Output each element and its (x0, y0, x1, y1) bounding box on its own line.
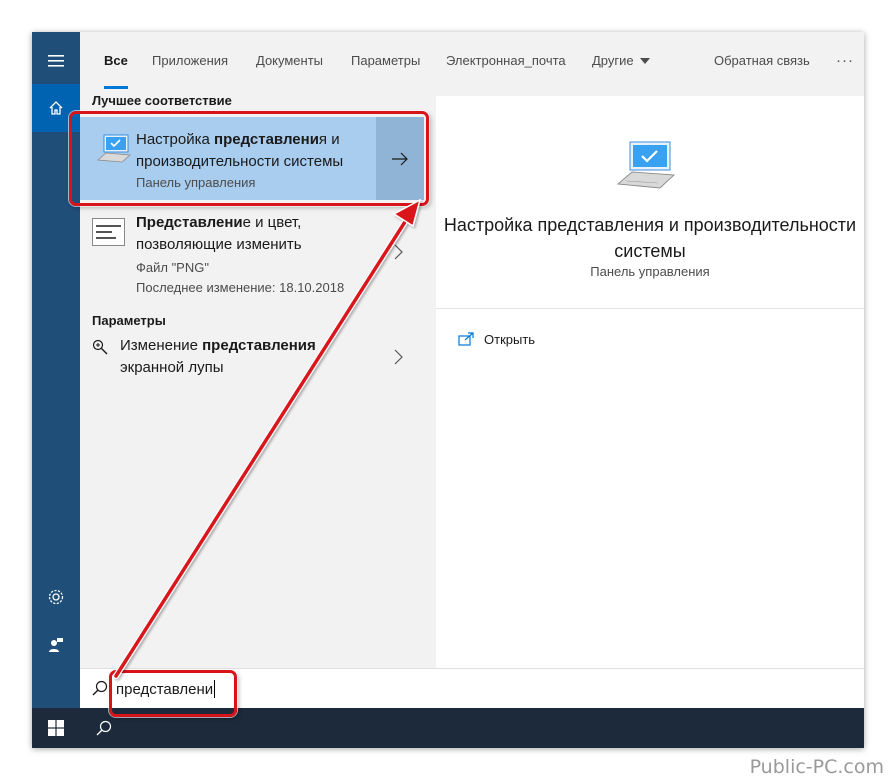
more-options-button[interactable]: ··· (836, 32, 854, 89)
open-action-label: Открыть (484, 331, 536, 347)
magnifier-icon (92, 339, 108, 355)
gear-icon (48, 589, 64, 605)
highlight-search-input (109, 670, 237, 717)
open-action[interactable]: Открыть (458, 328, 535, 350)
tab-all[interactable]: Все (104, 32, 128, 89)
search-icon (96, 720, 112, 736)
chevron-right-icon[interactable] (394, 244, 403, 260)
magnifier-result-title: Изменение представления экранной лупы (120, 337, 316, 376)
settings-header: Параметры (92, 313, 166, 328)
png-file-result[interactable]: Представление и цвет, позволяющие измени… (80, 208, 424, 298)
highlight-best-match (69, 111, 429, 206)
magnifier-settings-result[interactable]: Изменение представления экранной лупы (80, 335, 424, 389)
watermark: Public-PC.com (749, 756, 884, 778)
tab-settings[interactable]: Параметры (351, 32, 420, 89)
feedback-link[interactable]: Обратная связь (714, 32, 810, 89)
png-result-type: Файл "PNG" (136, 260, 209, 275)
png-result-title: Представление и цвет, позволяющие измени… (136, 214, 302, 253)
preview-subtitle: Панель управления (590, 264, 710, 279)
settings-button[interactable] (32, 573, 80, 621)
start-button[interactable] (32, 708, 80, 748)
png-result-modified: Последнее изменение: 18.10.2018 (136, 280, 345, 295)
hamburger-menu-button[interactable] (32, 37, 80, 85)
hamburger-icon (48, 55, 64, 67)
preview-title: Настройка представления и производительн… (443, 215, 857, 261)
preview-pane: Настройка представления и производительн… (436, 96, 864, 668)
chevron-right-icon[interactable] (394, 349, 403, 365)
home-icon (49, 101, 63, 115)
open-external-icon (458, 332, 474, 346)
feedback-button[interactable] (32, 621, 80, 669)
tab-other[interactable]: Другие (592, 32, 650, 89)
filter-tabs: Все Приложения Документы Параметры Элект… (80, 32, 864, 89)
best-match-header: Лучшее соответствие (92, 93, 232, 108)
tab-other-label: Другие (592, 53, 634, 68)
windows-logo-icon (48, 720, 64, 736)
feedback-person-icon (49, 638, 63, 652)
search-icon (92, 680, 108, 696)
computer-monitor-icon (616, 141, 676, 189)
preview-divider (436, 308, 864, 309)
tab-documents[interactable]: Документы (256, 32, 323, 89)
caret-down-icon (639, 57, 650, 64)
image-thumbnail (92, 218, 125, 246)
tab-email[interactable]: Электронная_почта (446, 32, 566, 89)
tab-apps[interactable]: Приложения (152, 32, 228, 89)
